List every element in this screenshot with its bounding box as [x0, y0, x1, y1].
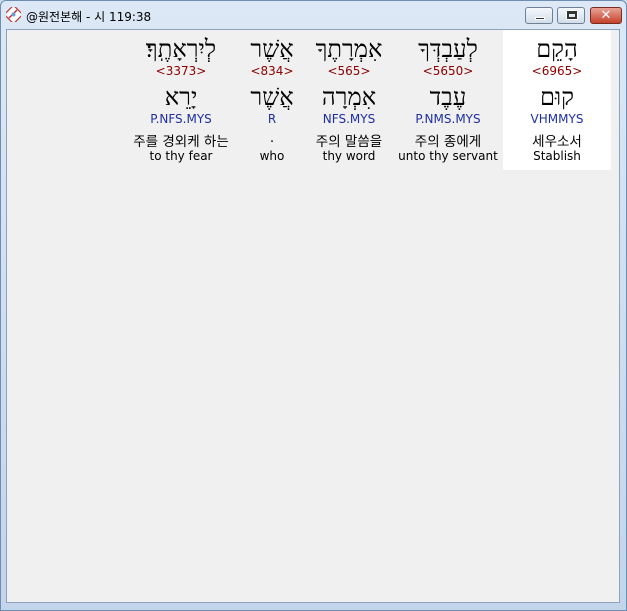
english-gloss: Stablish — [533, 149, 581, 163]
hebrew-word: הָקֵם — [536, 35, 578, 63]
word-column[interactable]: אִמְרָתֶךָ <565> אִמְרָה NFS.MYS 주의 말씀을 … — [305, 30, 393, 170]
hebrew-word: לְיִרְאָתֶֽךָ׃ — [145, 35, 217, 63]
strong-number[interactable]: <6965> — [503, 64, 611, 78]
strong-number[interactable]: <5650> — [397, 64, 499, 78]
parsing-code: P.NMS.MYS — [415, 112, 481, 126]
korean-gloss: 주의 종에게 — [414, 134, 482, 150]
english-gloss: who — [259, 149, 285, 163]
maximize-button[interactable] — [557, 7, 585, 24]
english-gloss: to thy fear — [149, 149, 213, 163]
hebrew-lemma: קוּם — [540, 83, 574, 111]
english-gloss: unto thy servant — [398, 149, 498, 163]
app-window: @원전본해 - 시 119:38 ✕ לְיִרְאָתֶֽךָ׃ <3373>… — [0, 0, 627, 611]
parsing-code: P.NFS.MYS — [150, 112, 212, 126]
app-icon — [6, 7, 21, 22]
maximize-icon — [558, 8, 584, 23]
parsing-code: VHMMYS — [530, 112, 584, 126]
hebrew-word: אִמְרָתֶךָ — [315, 35, 383, 63]
strong-number[interactable]: <3373> — [121, 64, 241, 78]
hebrew-word: אֲשֶׁר — [250, 35, 294, 63]
parsing-code: NFS.MYS — [322, 112, 376, 126]
hebrew-lemma: עֶבֶד — [429, 83, 467, 111]
minimize-icon — [526, 8, 552, 23]
title-bar[interactable]: @원전본해 - 시 119:38 ✕ — [1, 1, 626, 29]
close-button[interactable]: ✕ — [590, 7, 622, 24]
strong-number[interactable]: <834> — [243, 64, 301, 78]
korean-gloss: 세우소서 — [532, 134, 582, 150]
word-column[interactable]: אֲשֶׁר <834> אֲשֶׁר R . who — [243, 30, 301, 170]
korean-gloss: 주의 말씀을 — [315, 134, 383, 150]
english-gloss: thy word — [322, 149, 376, 163]
hebrew-word: לְעַבְדְּךָ — [418, 35, 478, 63]
hebrew-lemma: אִמְרָה — [321, 83, 377, 111]
strong-number[interactable]: <565> — [305, 64, 393, 78]
hebrew-lemma: אֲשֶׁר — [250, 83, 294, 111]
close-icon: ✕ — [600, 8, 612, 23]
interlinear-view: לְיִרְאָתֶֽךָ׃ <3373> יָרֵא P.NFS.MYS 주를… — [6, 29, 620, 603]
word-column-selected[interactable]: הָקֵם <6965> קוּם VHMMYS 세우소서 Stablish — [503, 30, 611, 170]
korean-gloss: . — [269, 130, 275, 146]
word-column[interactable]: לְעַבְדְּךָ <5650> עֶבֶד P.NMS.MYS 주의 종에… — [397, 30, 499, 170]
parsing-code: R — [267, 112, 277, 126]
word-column[interactable]: לְיִרְאָתֶֽךָ׃ <3373> יָרֵא P.NFS.MYS 주를… — [121, 30, 241, 170]
hebrew-lemma: יָרֵא — [164, 83, 198, 111]
minimize-button[interactable] — [525, 7, 553, 24]
window-title: @원전본해 - 시 119:38 — [26, 10, 152, 24]
korean-gloss: 주를 경외케 하는 — [133, 134, 229, 150]
